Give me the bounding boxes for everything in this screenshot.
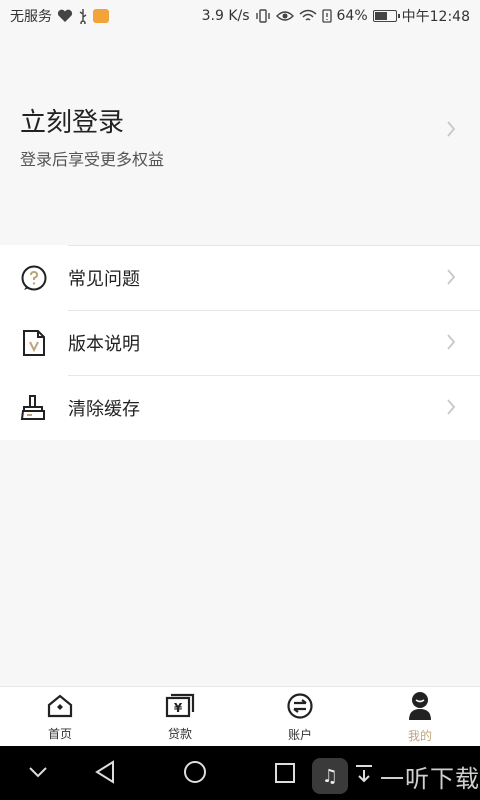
- watermark-logo-icon: ♫: [312, 758, 348, 794]
- status-bar: 无服务 3.9 K/s 64% 中午12:48: [0, 0, 480, 32]
- chevron-down-icon[interactable]: [28, 764, 48, 783]
- system-nav-bar: ♫ 一听下载: [0, 746, 480, 800]
- battery-icon: [372, 10, 400, 22]
- broom-icon: [20, 394, 48, 422]
- network-speed: 3.9 K/s: [201, 8, 250, 24]
- heart-health-icon: [57, 9, 73, 23]
- eye-icon: [275, 10, 294, 22]
- recents-icon[interactable]: [274, 762, 296, 788]
- battery-alert-icon: [321, 9, 332, 23]
- question-icon: [20, 264, 48, 292]
- version-doc-icon: [20, 329, 48, 357]
- nav-label: 账户: [287, 727, 312, 742]
- nav-label: 首页: [47, 726, 72, 741]
- login-subtitle: 登录后享受更多权益: [20, 150, 165, 169]
- clock: 中午12:48: [401, 9, 470, 25]
- menu-list: 常见问题 版本说明 清除缓存: [0, 245, 480, 440]
- back-icon[interactable]: [94, 760, 116, 788]
- chevron-right-icon: [446, 333, 456, 355]
- nav-tab-home[interactable]: 首页: [0, 687, 120, 747]
- menu-item-label: 常见问题: [68, 269, 140, 290]
- account-icon: [286, 692, 314, 724]
- chevron-right-icon: [446, 120, 456, 142]
- loan-icon: ¥: [165, 693, 195, 723]
- chevron-right-icon: [446, 398, 456, 420]
- watermark: ♫ 一听下载: [312, 758, 480, 794]
- menu-item-version[interactable]: 版本说明: [23, 310, 480, 375]
- home-circle-icon[interactable]: [183, 760, 207, 788]
- menu-item-label: 清除缓存: [68, 399, 140, 420]
- download-arrow-icon: [354, 763, 374, 789]
- login-title: 立刻登录: [20, 108, 125, 138]
- usb-icon: [78, 8, 88, 24]
- home-icon: [46, 693, 74, 723]
- app-notification-icon: [93, 9, 109, 23]
- wifi-icon: [299, 9, 317, 23]
- nav-label: 我的: [407, 728, 432, 743]
- bottom-nav: 首页 ¥ 贷款 账户 我的: [0, 686, 480, 747]
- profile-icon: [407, 691, 433, 725]
- watermark-text: 一听下载: [380, 764, 480, 793]
- menu-item-label: 版本说明: [68, 334, 140, 355]
- nav-tab-profile[interactable]: 我的: [360, 687, 480, 747]
- nav-tab-loan[interactable]: ¥ 贷款: [120, 687, 240, 747]
- nav-label: 贷款: [167, 726, 192, 741]
- vibrate-icon: [255, 9, 271, 23]
- svg-text:¥: ¥: [174, 701, 183, 715]
- menu-item-clear-cache[interactable]: 清除缓存: [20, 375, 480, 440]
- nav-tab-account[interactable]: 账户: [240, 687, 360, 747]
- chevron-right-icon: [446, 268, 456, 290]
- carrier-text: 无服务: [10, 9, 52, 25]
- login-header[interactable]: 立刻登录 登录后享受更多权益: [0, 32, 480, 245]
- battery-percent: 64%: [336, 8, 368, 24]
- menu-item-faq[interactable]: 常见问题: [21, 245, 480, 310]
